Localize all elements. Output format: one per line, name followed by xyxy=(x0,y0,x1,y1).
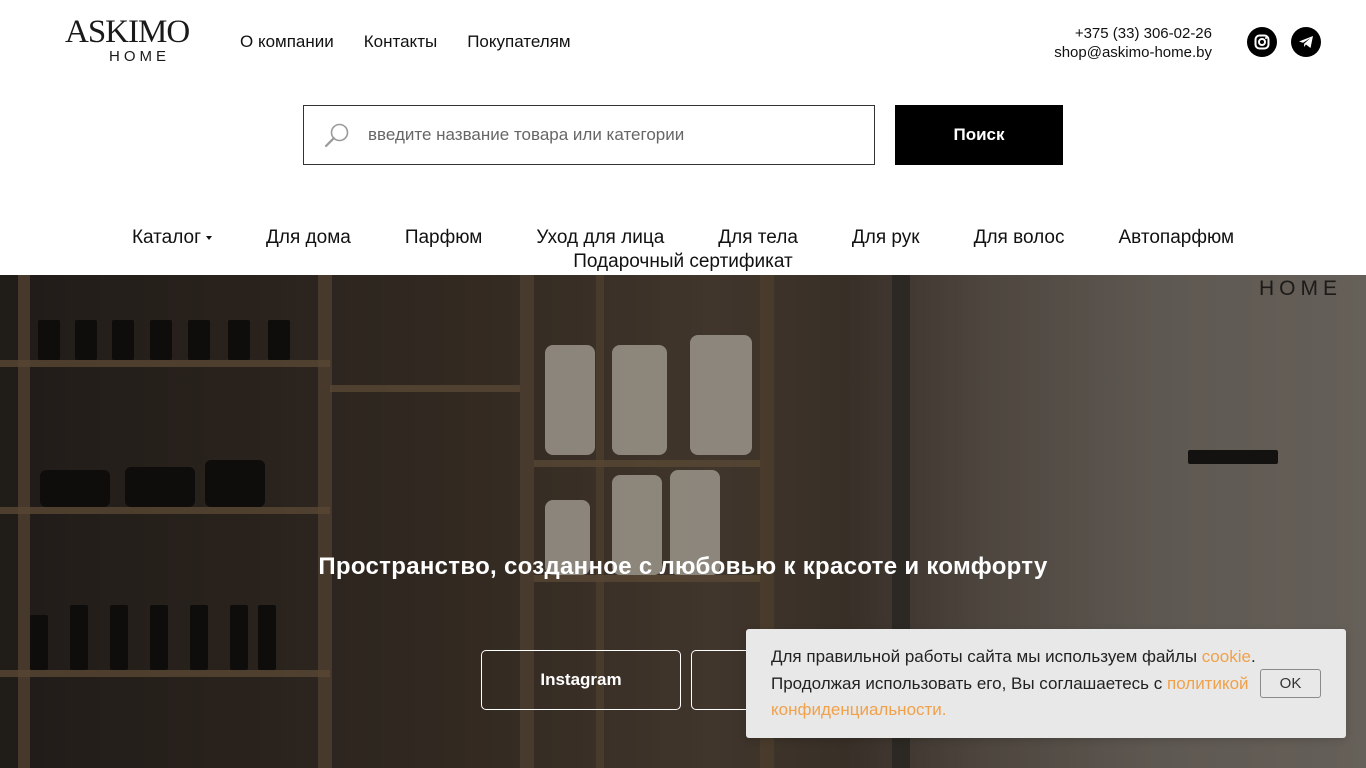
hero-title: Пространство, созданное с любовью к крас… xyxy=(318,553,1048,580)
site-logo[interactable]: ASKIMO HOME xyxy=(65,14,190,65)
category-perfume[interactable]: Парфюм xyxy=(405,226,483,250)
search-button[interactable]: Поиск xyxy=(895,105,1063,165)
category-hair[interactable]: Для волос xyxy=(974,226,1065,250)
cookie-link[interactable]: cookie xyxy=(1202,647,1251,666)
search-box xyxy=(303,105,875,165)
category-car-perfume[interactable]: Автопарфюм xyxy=(1119,226,1235,250)
category-hands[interactable]: Для рук xyxy=(852,226,920,250)
telegram-icon xyxy=(1299,36,1313,48)
instagram-link[interactable] xyxy=(1247,27,1277,57)
category-body[interactable]: Для тела xyxy=(718,226,798,250)
cookie-banner: Для правильной работы сайта мы используе… xyxy=(746,629,1346,738)
dropdown-caret-icon xyxy=(206,235,213,240)
category-home[interactable]: Для дома xyxy=(266,226,351,250)
site-header: ASKIMO HOME О компании Контакты Покупате… xyxy=(0,0,1366,275)
instagram-icon xyxy=(1254,34,1270,50)
email-link[interactable]: shop@askimo-home.by xyxy=(1054,43,1212,62)
top-navigation: О компании Контакты Покупателям xyxy=(240,32,571,52)
search-icon xyxy=(324,123,349,148)
telegram-link[interactable] xyxy=(1291,27,1321,57)
category-navigation: Каталог Для дома Парфюм Уход для лица Дл… xyxy=(0,226,1366,274)
hero-instagram-button[interactable]: Instagram xyxy=(481,650,681,710)
nav-about[interactable]: О компании xyxy=(240,32,334,52)
search-input[interactable] xyxy=(368,106,858,164)
hero-brand-sign: HOME xyxy=(1259,277,1342,300)
nav-contacts[interactable]: Контакты xyxy=(364,32,437,52)
category-catalog[interactable]: Каталог xyxy=(131,226,213,250)
category-gift-certificate[interactable]: Подарочный сертификат xyxy=(0,250,1366,274)
category-face-care[interactable]: Уход для лица xyxy=(536,226,664,250)
cookie-text: Для правильной работы сайта мы используе… xyxy=(771,644,1261,724)
cookie-ok-button[interactable]: OK xyxy=(1260,669,1321,698)
contact-info: +375 (33) 306-02-26 shop@askimo-home.by xyxy=(1054,24,1212,62)
logo-subtitle: HOME xyxy=(109,48,170,65)
nav-customers[interactable]: Покупателям xyxy=(467,32,570,52)
cookie-text-part1: Для правильной работы сайта мы используе… xyxy=(771,647,1202,666)
category-catalog-label: Каталог xyxy=(131,227,202,248)
phone-link[interactable]: +375 (33) 306-02-26 xyxy=(1054,24,1212,43)
logo-wordmark: ASKIMO xyxy=(65,14,190,50)
